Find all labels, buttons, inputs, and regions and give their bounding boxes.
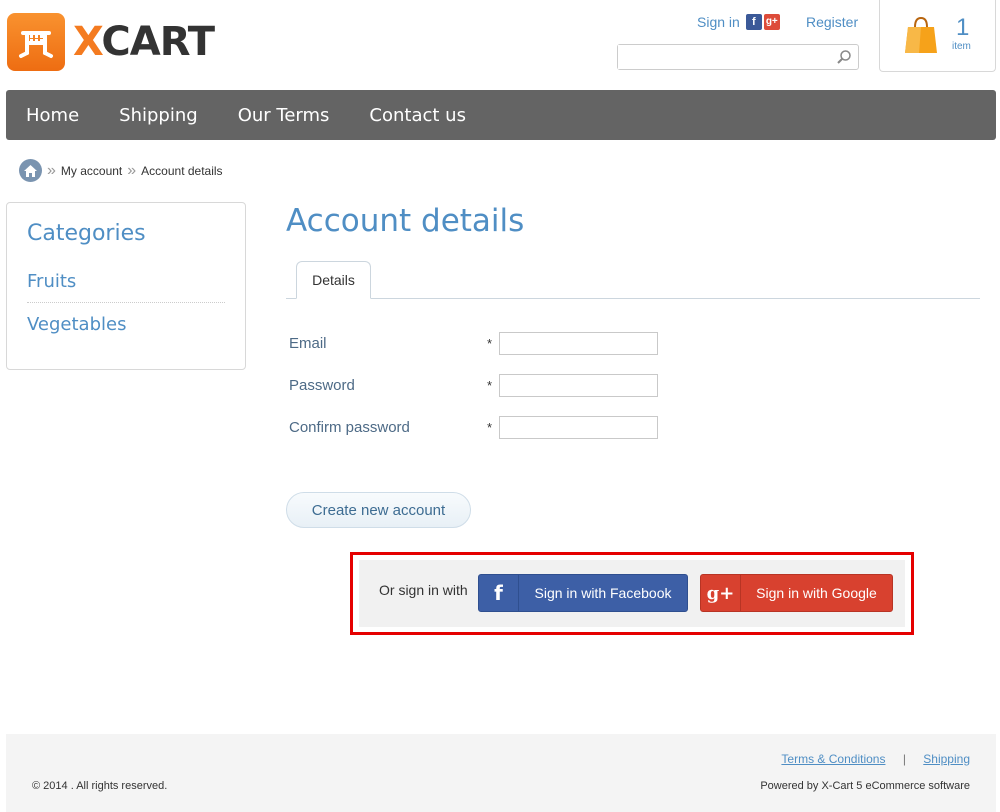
breadcrumb-account-details: Account details xyxy=(141,163,223,178)
breadcrumb-my-account[interactable]: My account xyxy=(61,164,122,178)
breadcrumb: » My account » Account details xyxy=(19,159,223,182)
nav-our-terms[interactable]: Our Terms xyxy=(238,105,330,126)
footer-shipping-link[interactable]: Shipping xyxy=(923,752,970,766)
mini-cart[interactable]: 1 item xyxy=(879,0,996,72)
categories-sidebar: Categories Fruits Vegetables xyxy=(6,202,246,370)
nav-shipping[interactable]: Shipping xyxy=(119,105,198,126)
footer-divider: | xyxy=(902,752,906,766)
sidebar-title: Categories xyxy=(27,221,146,246)
google-sign-in-button[interactable]: g+ Sign in with Google xyxy=(700,574,893,612)
google-plus-icon[interactable]: g+ xyxy=(763,14,780,30)
breadcrumb-separator: » xyxy=(47,161,56,179)
facebook-icon: f xyxy=(479,575,519,611)
search-input[interactable] xyxy=(618,45,828,69)
nav-contact-us[interactable]: Contact us xyxy=(369,105,466,126)
search-box xyxy=(617,44,859,70)
google-plus-icon: g+ xyxy=(701,575,741,611)
category-fruits[interactable]: Fruits xyxy=(27,266,225,303)
cart-count: 1 xyxy=(956,14,970,41)
password-label: Password xyxy=(289,377,355,394)
confirm-password-label: Confirm password xyxy=(289,419,410,436)
category-vegetables[interactable]: Vegetables xyxy=(27,309,225,340)
email-row: Email * xyxy=(289,332,658,355)
confirm-password-row: Confirm password * xyxy=(289,416,658,439)
logo-x: X xyxy=(73,19,102,65)
logo-wordmark: XCART xyxy=(73,19,215,65)
sign-in-link[interactable]: Sign in xyxy=(697,14,740,30)
required-marker: * xyxy=(487,420,493,435)
or-sign-in-text: Or sign in with xyxy=(379,582,468,598)
required-marker: * xyxy=(487,336,493,351)
search-icon[interactable] xyxy=(836,49,852,65)
required-marker: * xyxy=(487,378,493,393)
main-nav: Home Shipping Our Terms Contact us xyxy=(6,90,996,140)
cart-item-label: item xyxy=(952,41,971,52)
home-icon[interactable] xyxy=(19,159,42,182)
facebook-sign-in-button[interactable]: f Sign in with Facebook xyxy=(478,574,688,612)
footer-terms-link[interactable]: Terms & Conditions xyxy=(781,752,885,766)
copyright: © 2014 . All rights reserved. xyxy=(32,780,168,792)
create-account-button[interactable]: Create new account xyxy=(286,492,471,528)
email-field[interactable] xyxy=(499,332,658,355)
shopping-bag-icon xyxy=(905,16,937,53)
facebook-button-label: Sign in with Facebook xyxy=(534,585,672,601)
tab-details[interactable]: Details xyxy=(296,261,371,299)
google-button-label: Sign in with Google xyxy=(756,585,877,601)
sign-in-social-icons: f g+ xyxy=(745,14,780,30)
cart-logo-icon xyxy=(7,13,65,71)
sign-in-area: Sign in f g+ xyxy=(697,14,780,30)
powered-by: Powered by X-Cart 5 eCommerce software xyxy=(760,780,970,792)
footer-links: Terms & Conditions | Shipping xyxy=(781,752,970,766)
breadcrumb-separator: » xyxy=(127,161,137,179)
confirm-password-field[interactable] xyxy=(499,416,658,439)
facebook-icon[interactable]: f xyxy=(745,14,762,30)
password-row: Password * xyxy=(289,374,658,397)
site-logo[interactable]: XCART xyxy=(7,13,215,71)
tabs-divider xyxy=(286,298,980,299)
footer: Terms & Conditions | Shipping © 2014 . A… xyxy=(6,734,996,812)
register-link[interactable]: Register xyxy=(806,14,858,30)
password-field[interactable] xyxy=(499,374,658,397)
logo-cart: CART xyxy=(101,19,215,65)
page-title: Account details xyxy=(286,203,525,239)
email-label: Email xyxy=(289,335,327,352)
nav-home[interactable]: Home xyxy=(26,105,79,126)
